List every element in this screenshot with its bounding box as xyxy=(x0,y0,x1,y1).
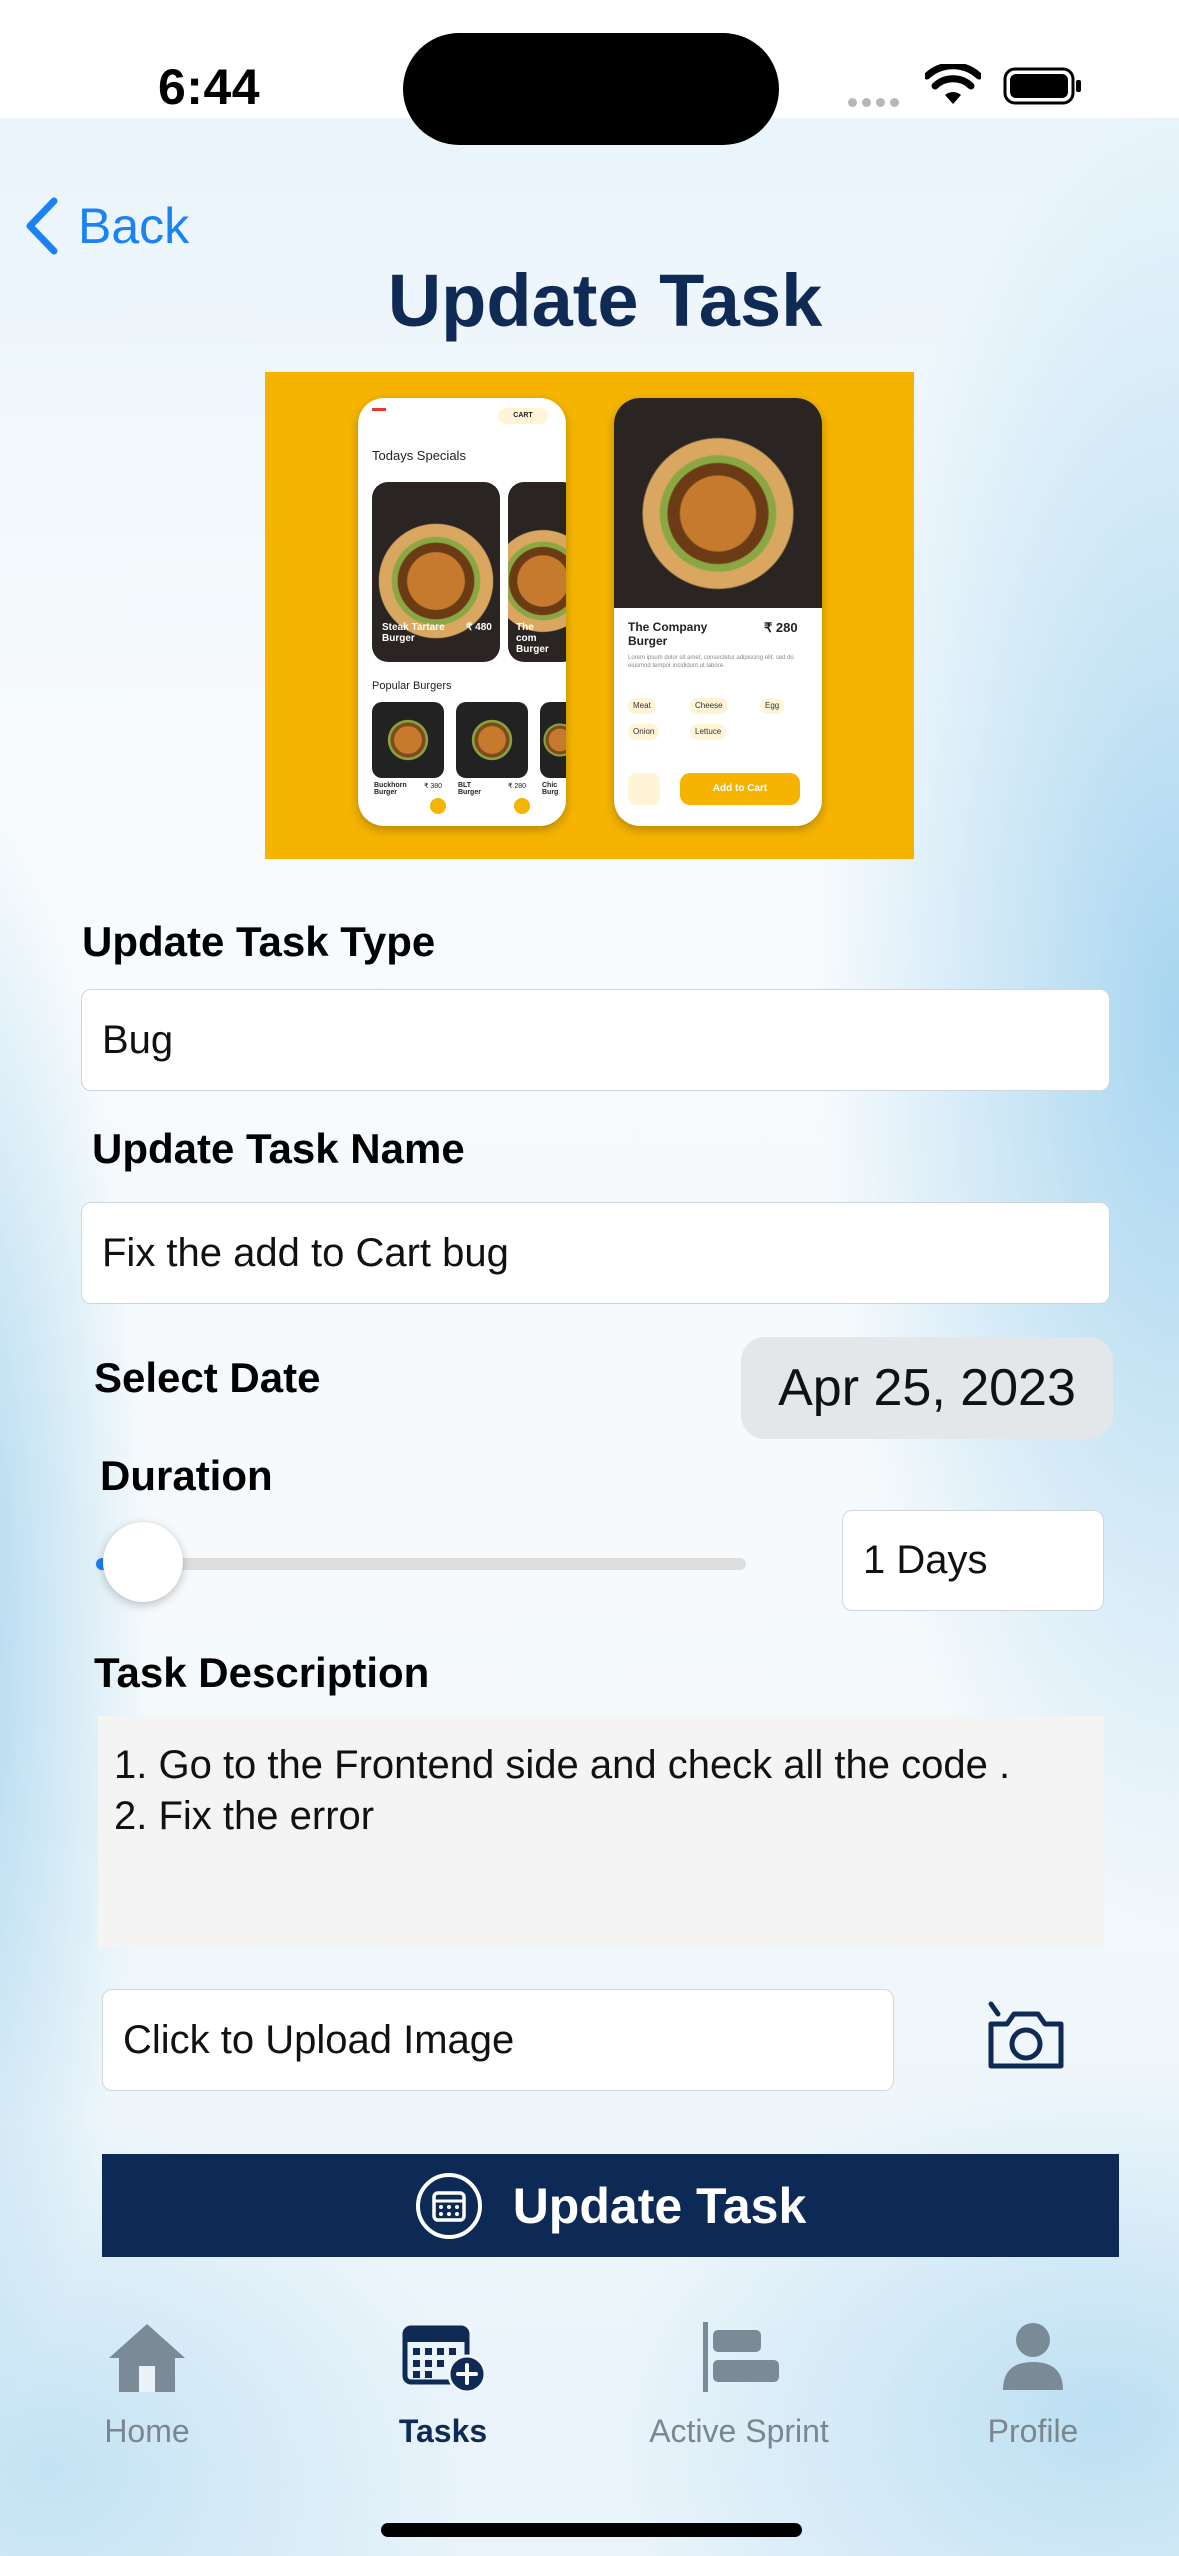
description-textarea[interactable]: 1. Go to the Frontend side and check all… xyxy=(98,1716,1104,1948)
popular-item: Buckhorn Burger xyxy=(374,782,407,796)
burger-photo xyxy=(372,702,444,778)
duration-slider-track[interactable] xyxy=(96,1558,746,1570)
burger-photo xyxy=(456,702,528,778)
topping-chip: Onion xyxy=(628,724,660,740)
tab-profile[interactable]: Profile xyxy=(903,2320,1163,2450)
description-label: Task Description xyxy=(94,1649,430,1696)
calendar-plus-icon xyxy=(402,2325,487,2394)
battery-icon xyxy=(1003,67,1083,105)
select-date-label: Select Date xyxy=(94,1354,321,1401)
tab-home-label: Home xyxy=(104,2413,190,2449)
update-task-label: Update Task xyxy=(512,2177,807,2234)
heart-icon xyxy=(628,773,660,805)
tab-home[interactable]: Home xyxy=(17,2320,277,2450)
topping-chip: Cheese xyxy=(690,698,728,714)
tab-tasks-label: Tasks xyxy=(398,2413,488,2449)
burger-photo xyxy=(614,398,822,608)
tab-active-sprint[interactable]: Active Sprint xyxy=(609,2320,869,2450)
plus-icon xyxy=(430,798,446,814)
dynamic-island xyxy=(403,33,779,145)
tab-profile-label: Profile xyxy=(987,2413,1079,2449)
page-title: Update Task xyxy=(387,259,823,342)
chevron-left-icon xyxy=(26,197,58,255)
wifi-icon xyxy=(923,62,983,106)
topping-chip: Egg xyxy=(760,698,785,714)
task-type-label: Update Task Type xyxy=(82,918,436,965)
update-task-button[interactable]: Update Task xyxy=(102,2154,1119,2257)
person-icon xyxy=(1003,2323,1063,2390)
plus-icon xyxy=(514,798,530,814)
app-mockup-detail: The Company Burger ₹ 280 Lorem ipsum dol… xyxy=(614,398,822,826)
tab-active-sprint-label: Active Sprint xyxy=(649,2413,829,2449)
special-item: Steak Tartare Burger xyxy=(382,622,445,644)
special-item-2: The com Burger xyxy=(516,622,549,655)
burger-photo xyxy=(540,702,566,778)
topping-chip: Lettuce xyxy=(690,724,727,740)
detail-price: ₹ 280 xyxy=(764,620,798,635)
popular-item: Chic Burg xyxy=(542,782,559,796)
cart-chip: CART xyxy=(498,408,548,424)
duration-value-field[interactable]: 1 Days xyxy=(842,1510,1104,1611)
signal-icon xyxy=(848,94,908,107)
add-to-cart-mock: Add to Cart xyxy=(680,773,800,805)
back-button[interactable]: Back xyxy=(24,196,189,256)
date-picker[interactable]: Apr 25, 2023 xyxy=(741,1337,1113,1439)
popular-item: BLT Burger xyxy=(458,782,481,796)
task-type-input[interactable]: Bug xyxy=(81,989,1110,1091)
popular-burgers: Popular Burgers xyxy=(372,680,452,692)
task-name-label: Update Task Name xyxy=(92,1125,465,1172)
detail-title: The Company Burger xyxy=(628,620,708,648)
camera-icon[interactable] xyxy=(985,2000,1067,2072)
calendar-icon xyxy=(415,2172,483,2240)
app-mockup-home: CART Todays Specials Steak Tartare Burge… xyxy=(358,398,566,826)
duration-slider-thumb[interactable] xyxy=(103,1522,183,1602)
todays-specials: Todays Specials xyxy=(372,448,466,463)
detail-description: Lorem ipsum dolor sit amet, consectetur … xyxy=(628,655,794,669)
special-price: ₹ 480 xyxy=(466,622,492,633)
back-label: Back xyxy=(78,198,190,254)
home-icon xyxy=(109,2324,185,2392)
sprint-bars-icon xyxy=(703,2322,779,2392)
topping-chip: Meat xyxy=(628,698,656,714)
home-indicator xyxy=(381,2523,802,2537)
popular-price: ₹ 280 xyxy=(508,783,527,790)
status-time: 6:44 xyxy=(158,59,261,115)
task-name-input[interactable]: Fix the add to Cart bug xyxy=(81,1202,1110,1304)
task-image[interactable]: CART Todays Specials Steak Tartare Burge… xyxy=(265,372,914,859)
tab-tasks[interactable]: Tasks xyxy=(313,2320,573,2450)
duration-label: Duration xyxy=(100,1452,273,1499)
popular-price: ₹ 380 xyxy=(424,783,443,790)
upload-image-field[interactable]: Click to Upload Image xyxy=(102,1989,894,2091)
